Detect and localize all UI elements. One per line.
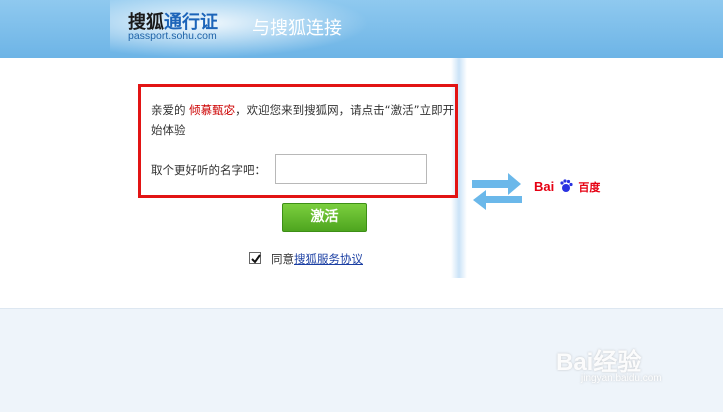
header-bar: 搜狐通行证 passport.sohu.com 与搜狐连接 [0,0,723,58]
baidu-logo-chinese: 百度 [578,181,601,194]
page-title: 与搜狐连接 [252,18,342,39]
agreement-prefix: 同意 [271,252,294,266]
watermark-logo: Bai经验 [556,349,642,376]
baidu-paw-icon [560,179,573,192]
logo-url: passport.sohu.com [128,30,217,42]
nickname-input[interactable] [275,154,427,184]
watermark-url: jingyan.baidu.com [581,373,662,384]
agreement-link[interactable]: 搜狐服务协议 [294,252,363,266]
nickname-label: 取个更好听的名字吧： [151,163,266,177]
welcome-message: 亲爱的 倾慕甄宓，欢迎您来到搜狐网，请点击“激活”立即开始体验 [151,100,456,140]
agreement-checkbox[interactable] [249,252,261,264]
baidu-logo-text: Bai [534,179,555,194]
welcome-username: 倾慕甄宓 [189,103,236,117]
checkmark-icon [251,254,261,264]
activate-button[interactable]: 激活 [282,203,367,232]
agreement-text: 同意搜狐服务协议 [271,251,363,267]
welcome-prefix: 亲爱的 [151,103,190,117]
baidu-partner-logo[interactable]: Bai 百度 [534,176,600,196]
bidirectional-arrows-icon [472,173,522,210]
